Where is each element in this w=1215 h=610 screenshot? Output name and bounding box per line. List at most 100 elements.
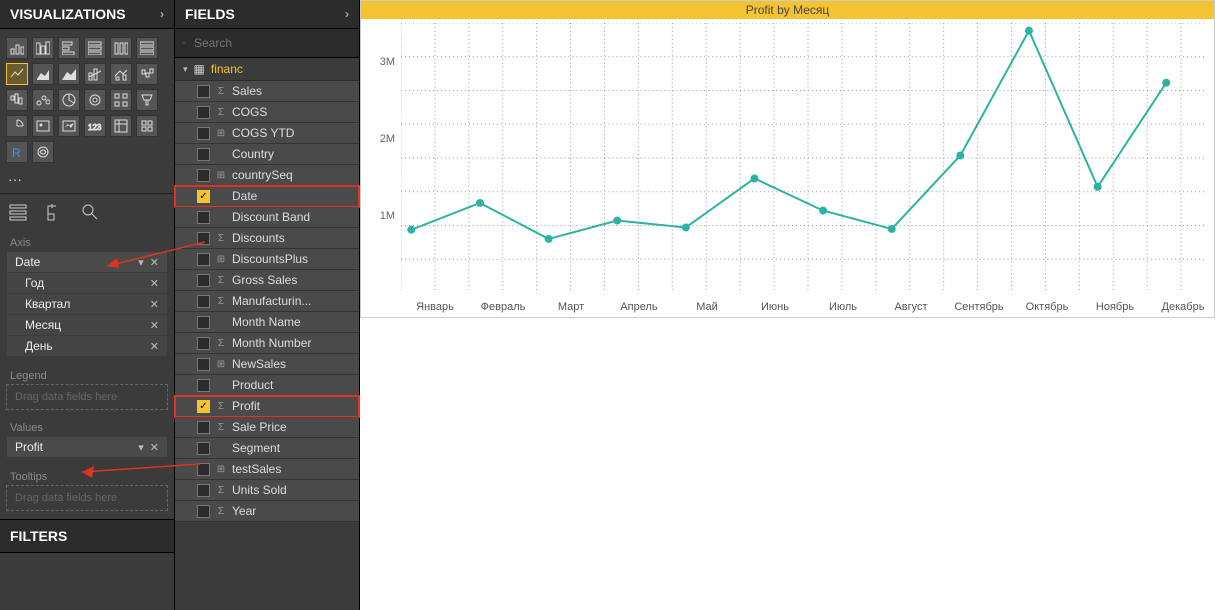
- values-field-profit[interactable]: Profit ▾✕: [7, 437, 167, 458]
- field-item[interactable]: ⊞NewSales: [175, 354, 359, 375]
- axis-level[interactable]: Год✕: [7, 273, 167, 294]
- field-checkbox[interactable]: [197, 463, 210, 476]
- field-checkbox[interactable]: [197, 253, 210, 266]
- field-checkbox[interactable]: [197, 379, 210, 392]
- viz-type-22[interactable]: [110, 115, 132, 137]
- viz-type-11[interactable]: [136, 63, 158, 85]
- viz-type-7[interactable]: [32, 63, 54, 85]
- field-checkbox[interactable]: [197, 106, 210, 119]
- legend-well[interactable]: Drag data fields here: [6, 384, 168, 410]
- field-checkbox[interactable]: [197, 169, 210, 182]
- more-visuals-button[interactable]: ···: [0, 171, 174, 193]
- axis-level[interactable]: Квартал✕: [7, 294, 167, 315]
- hierarchy-icon: ⊞: [216, 254, 226, 265]
- field-item[interactable]: ⊞countrySeq: [175, 165, 359, 186]
- axis-section-label: Axis: [0, 231, 174, 251]
- visualizations-header[interactable]: VISUALIZATIONS ›: [0, 0, 174, 29]
- field-item[interactable]: ✓ΣProfit: [175, 396, 359, 417]
- viz-type-2[interactable]: [58, 37, 80, 59]
- field-checkbox[interactable]: [197, 505, 210, 518]
- viz-type-20[interactable]: [58, 115, 80, 137]
- fields-tab-icon[interactable]: [8, 202, 28, 227]
- viz-type-25[interactable]: [32, 141, 54, 163]
- chart-visual[interactable]: Profit by Месяц 1M2M3M ЯнварьФевральМарт…: [360, 0, 1215, 318]
- dropdown-icon[interactable]: ▾: [138, 256, 144, 269]
- viz-type-8[interactable]: [58, 63, 80, 85]
- field-checkbox[interactable]: ✓: [197, 190, 210, 203]
- field-checkbox[interactable]: [197, 316, 210, 329]
- field-item[interactable]: ✓Date: [175, 186, 359, 207]
- axis-level[interactable]: Месяц✕: [7, 315, 167, 336]
- field-checkbox[interactable]: [197, 211, 210, 224]
- field-item[interactable]: ΣSales: [175, 81, 359, 102]
- remove-icon[interactable]: ✕: [150, 441, 159, 454]
- axis-level[interactable]: День✕: [7, 336, 167, 357]
- viz-type-4[interactable]: [110, 37, 132, 59]
- analytics-tab-icon[interactable]: [80, 202, 100, 227]
- field-item[interactable]: Month Name: [175, 312, 359, 333]
- filters-header[interactable]: FILTERS: [0, 519, 174, 553]
- field-item[interactable]: ΣCOGS: [175, 102, 359, 123]
- field-item[interactable]: ⊞COGS YTD: [175, 123, 359, 144]
- field-item[interactable]: ΣGross Sales: [175, 270, 359, 291]
- field-item[interactable]: ΣMonth Number: [175, 333, 359, 354]
- field-item[interactable]: ΣYear: [175, 501, 359, 522]
- dropdown-icon[interactable]: ▾: [138, 441, 144, 454]
- viz-type-1[interactable]: [32, 37, 54, 59]
- viz-type-18[interactable]: [6, 115, 28, 137]
- viz-type-3[interactable]: [84, 37, 106, 59]
- viz-type-12[interactable]: [6, 89, 28, 111]
- viz-type-10[interactable]: [110, 63, 132, 85]
- field-checkbox[interactable]: [197, 484, 210, 497]
- field-checkbox[interactable]: [197, 442, 210, 455]
- viz-type-23[interactable]: [136, 115, 158, 137]
- fields-header[interactable]: FIELDS ›: [175, 0, 359, 29]
- field-checkbox[interactable]: [197, 358, 210, 371]
- values-well[interactable]: Profit ▾✕: [6, 436, 168, 459]
- axis-well[interactable]: Date ▾✕ Год✕Квартал✕Месяц✕День✕: [6, 251, 168, 358]
- remove-icon[interactable]: ✕: [150, 277, 159, 290]
- viz-type-13[interactable]: [32, 89, 54, 111]
- viz-type-15[interactable]: [84, 89, 106, 111]
- tooltips-well[interactable]: Drag data fields here: [6, 485, 168, 511]
- field-item[interactable]: Country: [175, 144, 359, 165]
- remove-icon[interactable]: ✕: [150, 319, 159, 332]
- viz-type-6[interactable]: [6, 63, 28, 85]
- viz-type-5[interactable]: [136, 37, 158, 59]
- viz-type-17[interactable]: [136, 89, 158, 111]
- field-item[interactable]: Discount Band: [175, 207, 359, 228]
- table-financ[interactable]: ▾ ▦ financ: [175, 58, 359, 81]
- viz-type-19[interactable]: [32, 115, 54, 137]
- field-checkbox[interactable]: [197, 85, 210, 98]
- viz-type-9[interactable]: [84, 63, 106, 85]
- field-item[interactable]: ΣManufacturin...: [175, 291, 359, 312]
- field-item[interactable]: Segment: [175, 438, 359, 459]
- viz-type-21[interactable]: 123: [84, 115, 106, 137]
- viz-type-14[interactable]: [58, 89, 80, 111]
- field-item[interactable]: ⊞DiscountsPlus: [175, 249, 359, 270]
- remove-icon[interactable]: ✕: [150, 256, 159, 269]
- axis-field-date[interactable]: Date ▾✕: [7, 252, 167, 273]
- field-checkbox[interactable]: [197, 274, 210, 287]
- viz-type-24[interactable]: R: [6, 141, 28, 163]
- search-input[interactable]: [192, 35, 351, 51]
- x-tick: Май: [673, 301, 741, 313]
- field-item[interactable]: ΣSale Price: [175, 417, 359, 438]
- field-item[interactable]: ΣDiscounts: [175, 228, 359, 249]
- remove-icon[interactable]: ✕: [150, 298, 159, 311]
- field-checkbox[interactable]: [197, 127, 210, 140]
- viz-type-16[interactable]: [110, 89, 132, 111]
- field-checkbox[interactable]: [197, 295, 210, 308]
- field-checkbox[interactable]: [197, 148, 210, 161]
- field-checkbox[interactable]: [197, 232, 210, 245]
- field-item[interactable]: ΣUnits Sold: [175, 480, 359, 501]
- field-checkbox[interactable]: ✓: [197, 400, 210, 413]
- fields-search[interactable]: [175, 29, 359, 58]
- format-tab-icon[interactable]: [44, 202, 64, 227]
- remove-icon[interactable]: ✕: [150, 340, 159, 353]
- field-item[interactable]: ⊞testSales: [175, 459, 359, 480]
- viz-type-0[interactable]: [6, 37, 28, 59]
- field-checkbox[interactable]: [197, 337, 210, 350]
- field-checkbox[interactable]: [197, 421, 210, 434]
- field-item[interactable]: Product: [175, 375, 359, 396]
